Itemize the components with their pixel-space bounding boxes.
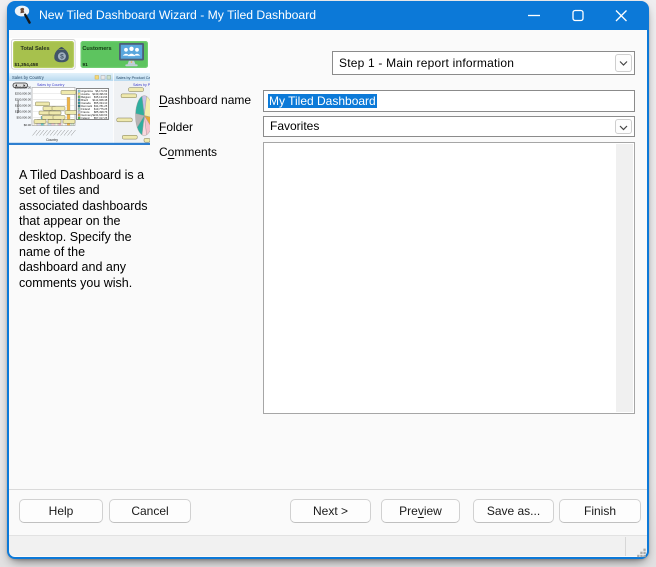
svg-text:Total Price: Total Price xyxy=(16,100,20,114)
svg-text:$1,354,458: $1,354,458 xyxy=(15,62,39,67)
svg-text:91: 91 xyxy=(83,62,89,67)
svg-text:Sales by Country: Sales by Country xyxy=(12,75,45,80)
svg-text:$57,317.25: $57,317.25 xyxy=(94,116,108,120)
svg-text:Sales by Product Category: Sales by Product Category xyxy=(116,76,150,80)
svg-text:$250,000.00: $250,000.00 xyxy=(15,92,31,96)
svg-text:$50,000.00: $50,000.00 xyxy=(17,116,32,120)
svg-text:$300,000.00: $300,000.00 xyxy=(15,86,31,90)
svg-text:Total Sales: Total Sales xyxy=(20,46,49,52)
svg-text:Sales by Product: Sales by Product xyxy=(133,83,150,87)
svg-text:Customers: Customers xyxy=(82,46,111,52)
svg-text:$0.00: $0.00 xyxy=(24,123,32,127)
svg-text:$: $ xyxy=(60,54,64,61)
svg-text:Sales by Country: Sales by Country xyxy=(37,83,65,87)
svg-text:Ireland: Ireland xyxy=(81,116,90,120)
svg-text:Country: Country xyxy=(46,138,58,142)
